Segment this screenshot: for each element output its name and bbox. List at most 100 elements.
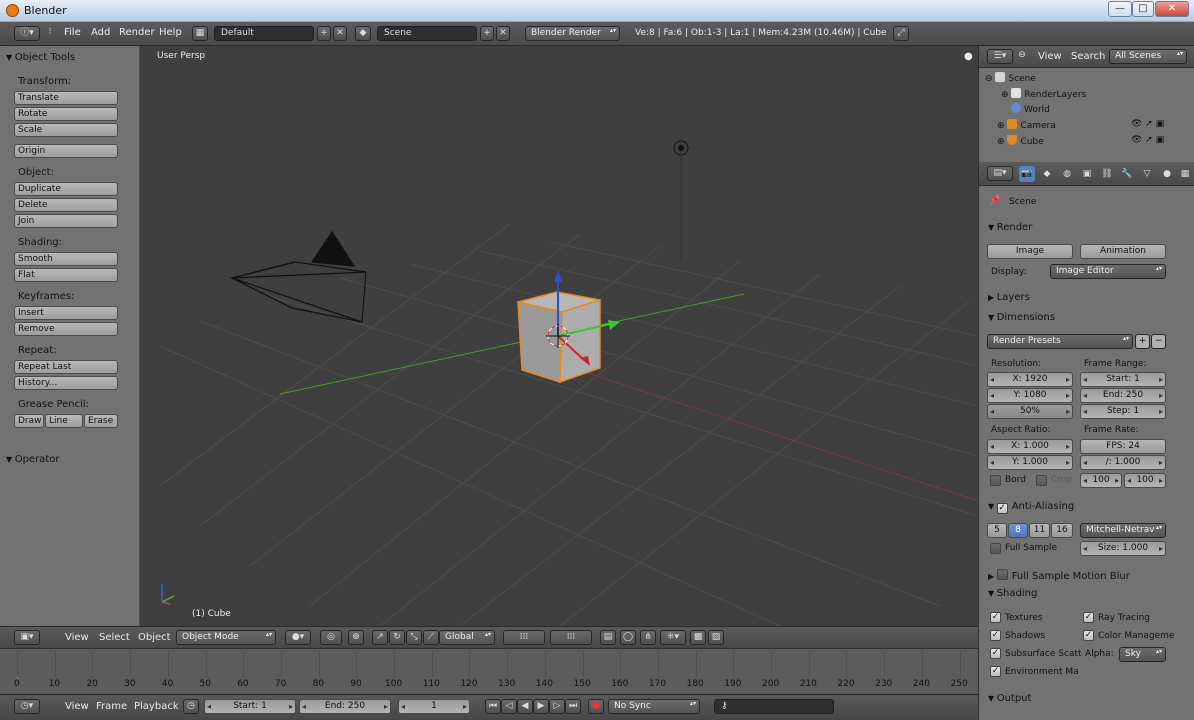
layers-panel-header[interactable]: Layers bbox=[988, 292, 1030, 303]
constraints-tab-icon[interactable]: ⛓ bbox=[1099, 166, 1115, 182]
editor-type-properties-icon[interactable]: ▤▾ bbox=[987, 166, 1013, 181]
anti-aliasing-checkbox[interactable]: ✓ bbox=[996, 503, 1008, 514]
full-sample-checkbox[interactable] bbox=[990, 543, 1001, 554]
manipulator-toggle-icon[interactable]: ⊕ bbox=[348, 630, 364, 645]
editor-type-timeline-icon[interactable]: ◷▾ bbox=[14, 699, 40, 714]
play-reverse-icon[interactable]: ◀ bbox=[517, 699, 533, 714]
motion-blur-panel-header[interactable]: Full Sample Motion Blur bbox=[988, 568, 1130, 582]
fullscreen-icon[interactable]: ⤢ bbox=[893, 26, 909, 41]
aspect-x-field[interactable]: X: 1.000 bbox=[987, 439, 1073, 454]
remove-scene-icon[interactable]: ✕ bbox=[496, 26, 510, 41]
current-frame-field[interactable]: 1 bbox=[398, 699, 470, 714]
grease-line-button[interactable]: Line bbox=[45, 414, 83, 428]
translate-manip-icon[interactable]: ↗ bbox=[372, 630, 388, 645]
timeline-area[interactable]: 0 10 20 30 40 50 60 70 80 90 100 110 120 130 140 150 160… bbox=[0, 648, 978, 694]
render-presets-dropdown[interactable]: Render Presets bbox=[987, 334, 1133, 349]
frame-end-field[interactable]: End: 250 bbox=[1080, 388, 1166, 403]
menu-view[interactable]: View bbox=[65, 632, 89, 643]
menu-file[interactable]: File bbox=[64, 27, 81, 38]
shading-panel-header[interactable]: Shading bbox=[988, 588, 1038, 599]
outliner-menu-collapse-icon[interactable]: ⊖ bbox=[1016, 49, 1028, 64]
remove-keyframe-button[interactable]: Remove bbox=[14, 322, 118, 336]
sync-dropdown[interactable]: No Sync bbox=[608, 699, 700, 714]
viewport-corner-icon[interactable]: ● bbox=[964, 51, 973, 62]
maximize-button[interactable]: □ bbox=[1132, 1, 1154, 17]
scene-icon[interactable]: ◆ bbox=[355, 26, 371, 41]
render-opengl-icon[interactable]: ▩ bbox=[690, 630, 706, 645]
grease-erase-button[interactable]: Erase bbox=[84, 414, 118, 428]
menu-frame[interactable]: Frame bbox=[96, 701, 127, 712]
editor-type-cube-icon[interactable]: ▣▾ bbox=[14, 630, 40, 645]
time-remap-old-field[interactable]: 100 bbox=[1080, 473, 1122, 488]
smooth-button[interactable]: Smooth bbox=[14, 252, 118, 266]
modifiers-tab-icon[interactable]: 🔧 bbox=[1119, 166, 1135, 182]
outliner-camera-row[interactable]: ⊕ Camera bbox=[997, 119, 1056, 131]
jump-start-icon[interactable]: ⏮ bbox=[485, 699, 501, 714]
aa-samples-16-button[interactable]: 16 bbox=[1051, 523, 1073, 538]
pin-icon[interactable]: 📌 bbox=[989, 196, 1000, 206]
ray-tracing-checkbox[interactable]: ✓ bbox=[1083, 612, 1094, 623]
scale-manip-icon[interactable]: ⤡ bbox=[406, 630, 422, 645]
resolution-percent-field[interactable]: 50% bbox=[987, 404, 1073, 419]
prev-keyframe-icon[interactable]: ◁ bbox=[501, 699, 517, 714]
outliner-renderlayers-row[interactable]: ⊕ RenderLayers bbox=[1001, 88, 1086, 100]
proportional-edit-icon[interactable]: ◯ bbox=[620, 630, 636, 645]
jump-end-icon[interactable]: ⏭ bbox=[565, 699, 581, 714]
origin-button[interactable]: Origin bbox=[14, 144, 118, 158]
scene-tab-icon[interactable]: ◆ bbox=[1039, 166, 1055, 182]
outliner-menu-view[interactable]: View bbox=[1038, 51, 1062, 62]
menu-timeline-view[interactable]: View bbox=[65, 701, 89, 712]
outliner-scene-row[interactable]: ⊖ Scene bbox=[985, 72, 1036, 84]
delete-button[interactable]: Delete bbox=[14, 198, 118, 212]
repeat-last-button[interactable]: Repeat Last bbox=[14, 360, 118, 374]
output-panel-header[interactable]: Output bbox=[988, 693, 1032, 704]
render-panel-header[interactable]: Render bbox=[988, 222, 1033, 233]
render-anim-opengl-icon[interactable]: ▨ bbox=[708, 630, 724, 645]
join-button[interactable]: Join bbox=[14, 214, 118, 228]
menu-add[interactable]: Add bbox=[91, 27, 110, 38]
border-checkbox[interactable] bbox=[990, 475, 1001, 486]
add-preset-icon[interactable]: + bbox=[1135, 334, 1150, 349]
flat-button[interactable]: Flat bbox=[14, 268, 118, 282]
menu-help[interactable]: Help bbox=[159, 27, 182, 38]
screen-layout-field[interactable]: Default bbox=[214, 26, 314, 41]
scale-button[interactable]: Scale bbox=[14, 123, 118, 137]
viewport-scene[interactable] bbox=[140, 46, 978, 626]
minimize-button[interactable]: — bbox=[1108, 1, 1132, 17]
display-dropdown[interactable]: Image Editor bbox=[1050, 264, 1166, 279]
viewport-shading-icon[interactable]: ●▾ bbox=[285, 630, 311, 645]
color-management-checkbox[interactable]: ✓ bbox=[1083, 630, 1094, 641]
aa-samples-8-button[interactable]: 8 bbox=[1008, 523, 1028, 538]
menu-object[interactable]: Object bbox=[138, 632, 171, 643]
render-engine-dropdown[interactable]: Blender Render bbox=[525, 26, 620, 41]
render-animation-button[interactable]: Animation bbox=[1080, 244, 1166, 259]
remove-preset-icon[interactable]: − bbox=[1151, 334, 1166, 349]
resolution-x-field[interactable]: X: 1920 bbox=[987, 372, 1073, 387]
snap-toggle-icon[interactable]: ⋔ bbox=[640, 630, 656, 645]
rotate-button[interactable]: Rotate bbox=[14, 107, 118, 121]
add-layout-icon[interactable]: + bbox=[317, 26, 331, 41]
camera-visibility-icon[interactable]: 👁 ➚ ▣ bbox=[1131, 119, 1164, 129]
aa-filter-dropdown[interactable]: Mitchell-Netrav bbox=[1080, 523, 1166, 538]
material-tab-icon[interactable]: ● bbox=[1159, 166, 1175, 182]
history-button[interactable]: History... bbox=[14, 376, 118, 390]
data-tab-icon[interactable]: ▽ bbox=[1139, 166, 1155, 182]
menu-playback[interactable]: Playback bbox=[134, 701, 179, 712]
frame-start-field[interactable]: Start: 1 bbox=[1080, 372, 1166, 387]
environment-map-checkbox[interactable]: ✓ bbox=[990, 666, 1001, 677]
resolution-y-field[interactable]: Y: 1080 bbox=[987, 388, 1073, 403]
rotate-manip-icon[interactable]: ↻ bbox=[389, 630, 405, 645]
add-scene-icon[interactable]: + bbox=[480, 26, 494, 41]
textures-checkbox[interactable]: ✓ bbox=[990, 612, 1001, 623]
camera-object[interactable] bbox=[230, 230, 367, 323]
layers-grid-2-icon[interactable]: ⁞⁞⁞ bbox=[550, 630, 592, 645]
fps-dropdown[interactable]: FPS: 24 bbox=[1080, 439, 1166, 454]
outliner-menu-search[interactable]: Search bbox=[1071, 51, 1105, 62]
aa-samples-5-button[interactable]: 5 bbox=[987, 523, 1007, 538]
start-frame-field[interactable]: Start: 1 bbox=[204, 699, 296, 714]
menu-select[interactable]: Select bbox=[99, 632, 130, 643]
pivot-icon[interactable]: ◎ bbox=[320, 630, 342, 645]
orientation-dropdown[interactable]: Global bbox=[439, 630, 495, 645]
global-icon[interactable]: ⟋ bbox=[423, 630, 439, 645]
next-keyframe-icon[interactable]: ▷ bbox=[549, 699, 565, 714]
